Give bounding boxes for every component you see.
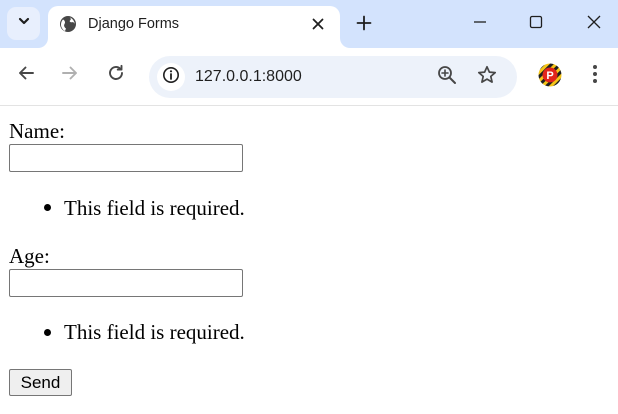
- age-input[interactable]: [9, 269, 243, 297]
- more-vertical-icon: [592, 64, 598, 89]
- reload-icon: [107, 64, 125, 87]
- name-label: Name:: [9, 119, 65, 143]
- close-tab-icon[interactable]: [308, 14, 328, 34]
- back-button[interactable]: [14, 63, 38, 87]
- minimize-icon: [473, 15, 487, 34]
- address-bar[interactable]: 127.0.0.1:8000: [149, 56, 517, 98]
- tab-search-button[interactable]: [7, 7, 40, 40]
- url-text[interactable]: 127.0.0.1:8000: [195, 67, 302, 87]
- age-error: This field is required.: [64, 320, 245, 344]
- arrow-left-icon: [17, 64, 35, 87]
- arrow-right-icon: [61, 64, 79, 87]
- maximize-icon: [529, 15, 543, 34]
- page-content: Name: This field is required. Age: This …: [0, 107, 618, 414]
- name-error: This field is required.: [64, 196, 245, 220]
- name-input[interactable]: [9, 144, 243, 172]
- maximize-button[interactable]: [522, 10, 550, 38]
- list-bullet: [44, 204, 51, 211]
- zoom-button[interactable]: [436, 65, 458, 90]
- close-window-button[interactable]: [580, 10, 608, 38]
- star-icon: [477, 65, 497, 90]
- bookmark-button[interactable]: [476, 65, 498, 90]
- list-bullet: [44, 329, 51, 336]
- profile-avatar-letter: P: [546, 70, 553, 82]
- active-tab[interactable]: Django Forms: [48, 6, 340, 48]
- globe-icon: [59, 15, 77, 33]
- minimize-button[interactable]: [466, 10, 494, 38]
- reload-button[interactable]: [104, 63, 128, 87]
- browser-menu-button[interactable]: [584, 64, 606, 88]
- chevron-down-icon: [17, 14, 31, 33]
- toolbar: 127.0.0.1:8000: [0, 48, 618, 106]
- profile-avatar-button[interactable]: P: [538, 63, 562, 87]
- new-tab-button[interactable]: [352, 13, 376, 37]
- plus-icon: [356, 15, 372, 36]
- site-info-button[interactable]: [157, 63, 185, 91]
- age-label: Age:: [9, 244, 50, 268]
- tab-strip: Django Forms: [0, 0, 618, 48]
- info-icon: [162, 66, 180, 89]
- zoom-in-icon: [437, 65, 457, 90]
- send-button[interactable]: Send: [9, 369, 72, 396]
- forward-button[interactable]: [58, 63, 82, 87]
- tab-title: Django Forms: [88, 16, 180, 32]
- close-icon: [587, 15, 601, 34]
